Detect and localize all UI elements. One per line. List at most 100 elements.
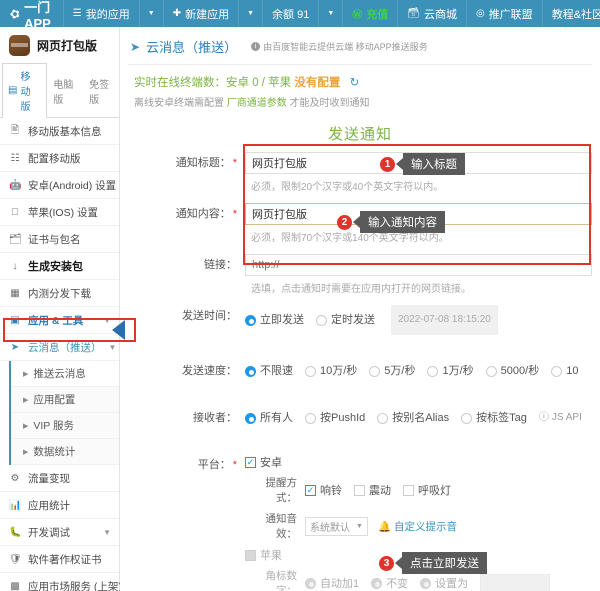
sidebar-item-vip-service[interactable]: ▶ VIP 服务: [11, 413, 119, 439]
required-marker: *: [232, 208, 237, 220]
store-icon: ▩: [10, 580, 20, 591]
radio-label: 按别名Alias: [392, 412, 450, 424]
sidebar-item-certificate-package[interactable]: 🗂 证书与包名: [0, 226, 119, 253]
ios-badge-value-input[interactable]: [480, 574, 551, 591]
nav-label: 教程&社区: [551, 8, 600, 21]
radio-badge-unchanged[interactable]: 不变: [371, 575, 408, 591]
checkbox-platform-ios[interactable]: 苹果: [245, 547, 282, 563]
chart-icon: 📊: [9, 499, 22, 511]
nav-item-new-app[interactable]: ✚ 新建应用: [164, 0, 240, 27]
radio-badge-set-to[interactable]: 设置为: [420, 575, 468, 591]
receiver-control: 所有人 按PushId 按别名Alias 按标签Tag ⓘ JS API: [245, 407, 592, 452]
checkbox-remind-vibrate[interactable]: 震动: [354, 482, 391, 498]
nav-item-promotion[interactable]: ◎ 推广联盟: [467, 0, 543, 27]
js-api-label: JS API: [551, 412, 582, 423]
radio-badge-auto-increment[interactable]: 自动加1: [305, 575, 359, 591]
form-row-link: 链接： 选填，点击通知时需要在应用内打开的网页链接。: [120, 254, 592, 303]
radio-receiver-all[interactable]: 所有人: [245, 407, 293, 429]
speed-spacer: [245, 382, 592, 405]
sidebar-item-label: 配置移动版: [28, 152, 81, 165]
sidebar-item-apps-tools[interactable]: ▣ 应用 & 工具 ▼: [0, 307, 119, 334]
radio-label: 10万/秒: [320, 365, 358, 377]
sidebar-item-data-statistics[interactable]: ▶ 数据统计: [11, 439, 119, 465]
radio-receiver-alias[interactable]: 按别名Alias: [377, 407, 449, 429]
sidebar-item-software-copyright[interactable]: 🛡 软件著作权证书: [0, 546, 119, 573]
sidebar-group-cloud-message[interactable]: ➤ 云消息（推送） ▼: [0, 334, 119, 361]
radio-send-now[interactable]: 立即发送: [245, 309, 304, 331]
sidebar-item-label: 推送云消息: [33, 368, 86, 380]
sidebar-item-configure-mobile[interactable]: ☷ 配置移动版: [0, 145, 119, 172]
doc-icon: 🖹: [10, 124, 20, 136]
radio-label: 5000/秒: [500, 365, 540, 377]
nav-item-cloud-mall[interactable]: 🗃 云商城: [398, 0, 467, 27]
custom-sound-link[interactable]: 🔔 自定义提示音: [378, 519, 457, 534]
radio-speed-100k[interactable]: 10万/秒: [305, 360, 357, 382]
radio-speed-1000[interactable]: 10: [551, 360, 578, 382]
send-time-radios: 立即发送 定时发送 2022-07-08 18:15:20: [245, 305, 592, 335]
checkbox-remind-led[interactable]: 呼吸灯: [403, 482, 451, 498]
nav-caret-my-apps[interactable]: ▼: [140, 0, 164, 27]
triangle-right-icon: ▶: [23, 448, 29, 456]
nav-item-tutorial-community[interactable]: 教程&社区: [543, 0, 600, 27]
sidebar-item-traffic-monetization[interactable]: ⚙ 流量变现: [0, 465, 119, 492]
sidebar-item-beta-distribution[interactable]: ▦ 内测分发下载: [0, 280, 119, 307]
nav-caret-new-app[interactable]: ▼: [239, 0, 264, 27]
nav-caret-balance[interactable]: ▼: [319, 0, 344, 27]
radio-receiver-pushid[interactable]: 按PushId: [305, 407, 365, 429]
radio-dot-icon: [369, 365, 381, 377]
sidebar-item-app-statistics[interactable]: 📊 应用统计: [0, 492, 119, 519]
sidebar-item-build-package[interactable]: ↓ 生成安装包: [0, 253, 119, 280]
sidebar-item-app-market-service[interactable]: ▩ 应用市场服务 (上架): [0, 573, 122, 591]
sidebar-item-app-config[interactable]: ▶ 应用配置: [11, 387, 119, 413]
checkbox-remind-ring[interactable]: ✓ 响铃: [305, 482, 342, 498]
tab-desktop[interactable]: 电脑版: [47, 63, 83, 117]
js-api-link[interactable]: ⓘ JS API: [539, 407, 582, 429]
required-marker: *: [232, 157, 237, 169]
nav-item-my-apps[interactable]: ☰ 我的应用: [64, 0, 140, 27]
sidebar-item-android-settings[interactable]: 🤖 安卓(Android) 设置: [0, 172, 119, 199]
android-sound-select[interactable]: 系统默认 ▼: [305, 516, 368, 536]
vendor-channel-link[interactable]: 厂商通道参数: [227, 98, 287, 109]
radio-speed-unlimited[interactable]: 不限速: [245, 360, 293, 382]
radio-send-scheduled[interactable]: 定时发送: [316, 309, 375, 331]
label-text: 平台：: [197, 459, 231, 471]
sidebar-item-label: 证书与包名: [28, 233, 81, 246]
annotation-callout-3: 3 点击立即发送: [379, 552, 487, 574]
main-content: ➤ 云消息（推送） i 由百度智能云提供云端 移动APP推送服务 实时在线终端数…: [120, 27, 600, 591]
triangle-right-icon: ▶: [23, 422, 29, 430]
android-icon: 🤖: [9, 179, 22, 191]
checkbox-platform-android[interactable]: ✓ 安卓: [245, 454, 282, 470]
annotation-pointer-icon: [395, 557, 402, 569]
plus-icon: ✚: [172, 8, 182, 19]
android-remind-row: 提醒方式： ✓ 响铃 震动 呼吸灯: [245, 475, 592, 505]
qr-icon: ▦: [10, 287, 20, 299]
radio-dot-icon: [245, 412, 256, 424]
nav-item-recharge[interactable]: Ⓦ 充值: [343, 0, 399, 27]
sidebar-item-label: 应用市场服务 (上架): [28, 580, 122, 591]
refresh-icon[interactable]: ↻: [350, 77, 360, 89]
radio-speed-10k[interactable]: 1万/秒: [427, 360, 474, 382]
sidebar-item-basic-info[interactable]: 🖹 移动版基本信息: [0, 118, 119, 145]
sidebar-item-dev-debug[interactable]: 🐛 开发调试 ▼: [0, 519, 119, 546]
info-icon: i: [251, 42, 261, 51]
tab-mobile[interactable]: ▤ 移动版: [2, 63, 48, 118]
radio-speed-5000[interactable]: 5000/秒: [485, 360, 540, 382]
radio-speed-50k[interactable]: 5万/秒: [369, 360, 415, 382]
app-root: ✿ 一门APP ☰ 我的应用 ▼ ✚ 新建应用 ▼ 余额 91 ▼ Ⓦ 充值 🗃: [0, 0, 600, 591]
radio-label: 定时发送: [331, 314, 375, 326]
chevron-down-icon: ▼: [327, 10, 335, 17]
nav-item-balance[interactable]: 余额 91: [263, 0, 320, 27]
mobile-icon: ▤: [8, 85, 18, 96]
tab-signfree[interactable]: 免签版: [83, 63, 119, 117]
radio-label: 1万/秒: [442, 365, 474, 377]
radio-receiver-tag[interactable]: 按标签Tag: [461, 407, 527, 429]
label-text: 通知内容：: [175, 208, 231, 220]
scheduled-datetime-value[interactable]: 2022-07-08 18:15:20: [391, 305, 498, 335]
brand-logo[interactable]: ✿ 一门APP: [0, 0, 64, 31]
nav-label: 充值: [366, 8, 389, 21]
sidebar-item-ios-settings[interactable]:  苹果(IOS) 设置: [0, 199, 119, 226]
sidebar-item-label: 内测分发下载: [28, 287, 91, 300]
brand-label: 一门APP: [24, 0, 51, 31]
link-input[interactable]: [245, 254, 592, 276]
sidebar-item-push-cloud-message[interactable]: ▶ 推送云消息: [11, 361, 119, 387]
